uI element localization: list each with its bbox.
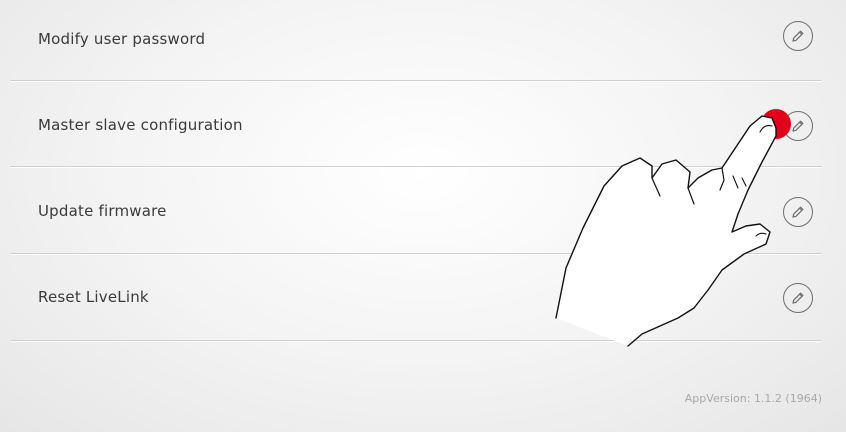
settings-panel: Modify user password Master slave config…	[0, 0, 846, 432]
settings-item-label: Reset LiveLink	[38, 288, 149, 306]
edit-master-slave-configuration-button[interactable]	[783, 111, 813, 141]
divider	[10, 80, 822, 81]
settings-item-label: Modify user password	[38, 30, 206, 48]
pencil-icon	[792, 206, 804, 218]
settings-item-update-firmware[interactable]: Update firmware	[10, 172, 822, 254]
settings-item-label: Update firmware	[38, 202, 167, 220]
settings-item-master-slave-configuration[interactable]: Master slave configuration	[10, 86, 822, 168]
pencil-icon	[792, 120, 804, 132]
edit-update-firmware-button[interactable]	[783, 197, 813, 227]
app-version-label: AppVersion: 1.1.2 (1964)	[684, 392, 822, 405]
settings-item-reset-livelink[interactable]: Reset LiveLink	[10, 258, 822, 340]
pencil-icon	[792, 30, 804, 42]
settings-item-modify-user-password[interactable]: Modify user password	[10, 0, 822, 82]
divider	[10, 253, 822, 254]
pencil-icon	[792, 292, 804, 304]
divider	[10, 166, 822, 167]
settings-item-label: Master slave configuration	[38, 116, 243, 134]
divider	[10, 340, 822, 341]
edit-reset-livelink-button[interactable]	[783, 283, 813, 313]
edit-modify-user-password-button[interactable]	[783, 21, 813, 51]
